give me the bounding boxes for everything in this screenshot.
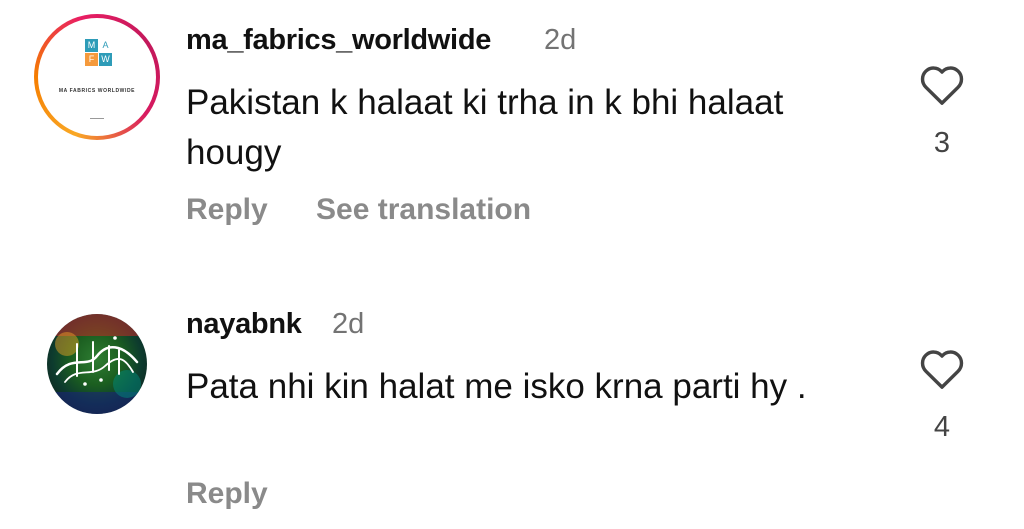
comment-username[interactable]: ma_fabrics_worldwide (186, 24, 491, 57)
comment-timestamp: 2d (544, 24, 577, 56)
logo-letter-w: W (99, 53, 112, 66)
like-count: 4 (933, 411, 951, 443)
avatar: M A F W MA FABRICS WORLDWIDE (42, 22, 152, 132)
comment-item: nayabnk 2d Pata nhi kin halat me isko kr… (0, 300, 1024, 529)
like-count: 3 (933, 127, 951, 159)
logo-caption: MA FABRICS WORLDWIDE (58, 88, 136, 94)
brand-logo: M A F W (85, 39, 113, 75)
calligraphy-artwork (47, 314, 147, 414)
comment-text: Pakistan k halaat ki trha in k bhi halaa… (186, 83, 784, 172)
avatar-ring-inner: M A F W MA FABRICS WORLDWIDE (38, 18, 156, 136)
comment-username[interactable]: nayabnk (186, 308, 302, 341)
heart-outline-icon[interactable] (919, 348, 965, 390)
comment-text: Pata nhi kin halat me isko krna parti hy… (186, 367, 807, 406)
logo-letter-f: F (85, 53, 98, 66)
comment-timestamp: 2d (332, 308, 365, 340)
logo-divider (90, 118, 104, 119)
reply-button[interactable]: Reply (186, 477, 268, 511)
avatar[interactable] (47, 314, 147, 414)
heart-outline-icon[interactable] (919, 64, 965, 106)
avatar-story-ring[interactable]: M A F W MA FABRICS WORLDWIDE (34, 14, 160, 140)
logo-letter-a: A (99, 39, 112, 52)
logo-letter-m: M (85, 39, 98, 52)
reply-button[interactable]: Reply (186, 193, 268, 227)
comment-item: M A F W MA FABRICS WORLDWIDE ma_fabrics_… (0, 0, 1024, 260)
see-translation-button[interactable]: See translation (316, 193, 531, 227)
